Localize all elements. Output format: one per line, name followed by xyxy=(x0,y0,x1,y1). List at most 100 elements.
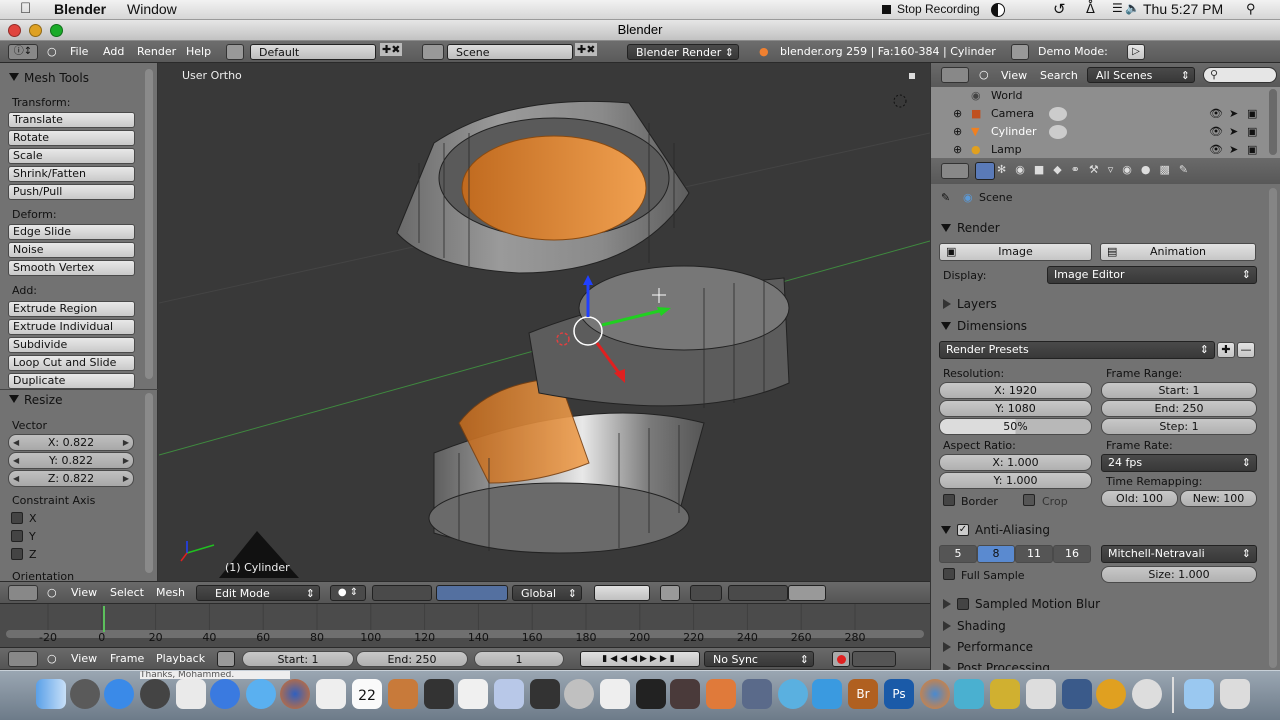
app-icon[interactable] xyxy=(1132,679,1162,709)
frame-rate-select[interactable]: 24 fps ⇕ xyxy=(1101,454,1257,472)
visibility-eye-icon[interactable]: 👁 xyxy=(1209,105,1223,123)
textedit-icon[interactable] xyxy=(458,679,488,709)
proportional-edit-select[interactable] xyxy=(690,585,722,601)
render-buttons[interactable] xyxy=(788,585,826,601)
select-arrow-icon[interactable]: ➤ xyxy=(1229,141,1238,159)
outliner-item-lamp[interactable]: ⊕ ● Lamp 👁 ➤ ▣ xyxy=(931,141,1280,159)
menu-help[interactable]: Help xyxy=(186,45,211,58)
bluetooth-icon[interactable]: ᐂ xyxy=(1086,1,1095,17)
filter-size-field[interactable]: Size: 1.000 xyxy=(1101,566,1257,583)
menu-view[interactable]: View xyxy=(1001,69,1027,82)
photo-booth-icon[interactable] xyxy=(424,679,454,709)
imovie-icon[interactable] xyxy=(530,679,560,709)
render-presets-select[interactable]: Render Presets ⇕ xyxy=(939,341,1215,359)
select-arrow-icon[interactable]: ➤ xyxy=(1229,105,1238,123)
bridge-icon[interactable]: Br xyxy=(848,679,878,709)
mesh-tools-header[interactable]: Mesh Tools xyxy=(0,69,145,87)
aa-samples-8[interactable]: 8 xyxy=(977,545,1015,563)
vector-z-field[interactable]: ◀ Z: 0.822 ▶ xyxy=(8,470,134,487)
editor-type-icon[interactable]: ⓘ↕ xyxy=(8,44,38,60)
outliner-item-world[interactable]: ◉ World xyxy=(931,87,1280,105)
loop-cut-button[interactable]: Loop Cut and Slide xyxy=(8,355,135,371)
render-camera-icon[interactable]: ▣ xyxy=(1247,105,1257,123)
mail-icon[interactable] xyxy=(176,679,206,709)
calendar-icon[interactable]: 22 xyxy=(352,679,382,709)
frame-end-field[interactable]: End: 250 xyxy=(1101,400,1257,417)
sync-select[interactable]: No Sync ⇕ xyxy=(704,651,814,667)
axis-z-checkbox[interactable] xyxy=(11,548,23,560)
keying-set-buttons[interactable] xyxy=(852,651,896,667)
collapse-icon[interactable]: ○ xyxy=(47,652,57,665)
aspect-y-field[interactable]: Y: 1.000 xyxy=(939,472,1092,489)
noise-button[interactable]: Noise xyxy=(8,242,135,258)
dvd-player-icon[interactable] xyxy=(564,679,594,709)
wifi-icon[interactable]: ☰ xyxy=(1112,1,1123,15)
extrude-individual-button[interactable]: Extrude Individual xyxy=(8,319,135,335)
start-frame-field[interactable]: Start: 1 xyxy=(242,651,354,667)
collapse-icon[interactable]: ○ xyxy=(47,586,57,599)
volume-icon[interactable]: 🔈 xyxy=(1125,1,1140,15)
safari-icon[interactable] xyxy=(246,679,276,709)
menu-file[interactable]: File xyxy=(70,45,88,58)
resize-header[interactable]: Resize xyxy=(0,391,145,409)
resolution-x-field[interactable]: X: 1920 xyxy=(939,382,1092,399)
pin-icon[interactable]: ✎ xyxy=(941,191,950,204)
aa-samples-5[interactable]: 5 xyxy=(939,545,977,563)
close-window-button[interactable] xyxy=(8,24,21,37)
editor-type-icon[interactable] xyxy=(941,163,969,179)
messages-icon[interactable] xyxy=(316,679,346,709)
expand-icon[interactable]: ⊕ xyxy=(953,141,962,159)
viewport-corner-widget[interactable] xyxy=(909,73,915,79)
menu-search[interactable]: Search xyxy=(1040,69,1078,82)
aspect-x-field[interactable]: X: 1.000 xyxy=(939,454,1092,471)
kindle-icon[interactable] xyxy=(1062,679,1092,709)
display-select[interactable]: Image Editor ⇕ xyxy=(1047,266,1257,284)
time-machine-icon[interactable]: ↺ xyxy=(1053,0,1066,18)
clock[interactable]: Thu 5:27 PM xyxy=(1143,1,1223,17)
motion-blur-panel-header[interactable]: Sampled Motion Blur xyxy=(937,594,1267,614)
properties-scrollbar[interactable] xyxy=(1269,188,1277,668)
app-menu[interactable]: Blender xyxy=(54,1,106,17)
spotlight-icon[interactable]: ⚲ xyxy=(1246,1,1256,17)
remove-preset-button[interactable]: — xyxy=(1237,342,1255,358)
documents-folder-icon[interactable] xyxy=(1184,679,1214,709)
wordpress-icon[interactable] xyxy=(1096,679,1126,709)
trash-icon[interactable] xyxy=(1220,679,1250,709)
scene-icon[interactable] xyxy=(422,44,444,60)
menu-mesh[interactable]: Mesh xyxy=(156,586,185,599)
screen-recorder-icon[interactable] xyxy=(600,679,630,709)
dashboard-icon[interactable] xyxy=(70,679,100,709)
menu-playback[interactable]: Playback xyxy=(156,652,205,665)
add-screen-icon[interactable]: ✚✖ xyxy=(380,43,403,56)
editor-type-icon[interactable] xyxy=(8,651,38,667)
editor-type-icon[interactable] xyxy=(941,67,969,83)
anti-aliasing-checkbox[interactable]: ✓ xyxy=(957,524,969,536)
occlude-geometry-button[interactable] xyxy=(660,585,680,601)
operator-scrollbar[interactable] xyxy=(145,393,153,573)
add-preset-button[interactable]: ✚ xyxy=(1217,342,1235,358)
pivot-select[interactable] xyxy=(372,585,432,601)
outliner-item-cylinder[interactable]: ⊕ ▼ Cylinder 👁 ➤ ▣ xyxy=(931,123,1280,141)
timeline-scrollbar[interactable] xyxy=(6,630,924,638)
vector-x-field[interactable]: ◀ X: 0.822 ▶ xyxy=(8,434,134,451)
snap-toggles[interactable] xyxy=(728,585,788,601)
shading-select[interactable]: ● ⇕ xyxy=(330,585,366,601)
crop-checkbox[interactable] xyxy=(1023,494,1035,506)
itunes-icon[interactable] xyxy=(210,679,240,709)
border-checkbox[interactable] xyxy=(943,494,955,506)
visibility-eye-icon[interactable]: 👁 xyxy=(1209,141,1223,159)
select-arrow-icon[interactable]: ➤ xyxy=(1229,123,1238,141)
render-image-button[interactable]: ▣ Image xyxy=(939,243,1092,261)
dimensions-panel-header[interactable]: Dimensions xyxy=(937,316,1267,336)
menu-select[interactable]: Select xyxy=(110,586,144,599)
record-button[interactable] xyxy=(832,651,850,667)
scene-field[interactable]: Scene xyxy=(447,44,573,60)
select-mode-buttons[interactable] xyxy=(594,585,650,601)
scale-button[interactable]: Scale xyxy=(8,148,135,164)
resolution-y-field[interactable]: Y: 1080 xyxy=(939,400,1092,417)
menu-view[interactable]: View xyxy=(71,586,97,599)
end-frame-field[interactable]: End: 250 xyxy=(356,651,468,667)
final-cut-icon[interactable] xyxy=(636,679,666,709)
manipulator-z-arrow[interactable] xyxy=(583,275,593,285)
preview-icon[interactable] xyxy=(494,679,524,709)
